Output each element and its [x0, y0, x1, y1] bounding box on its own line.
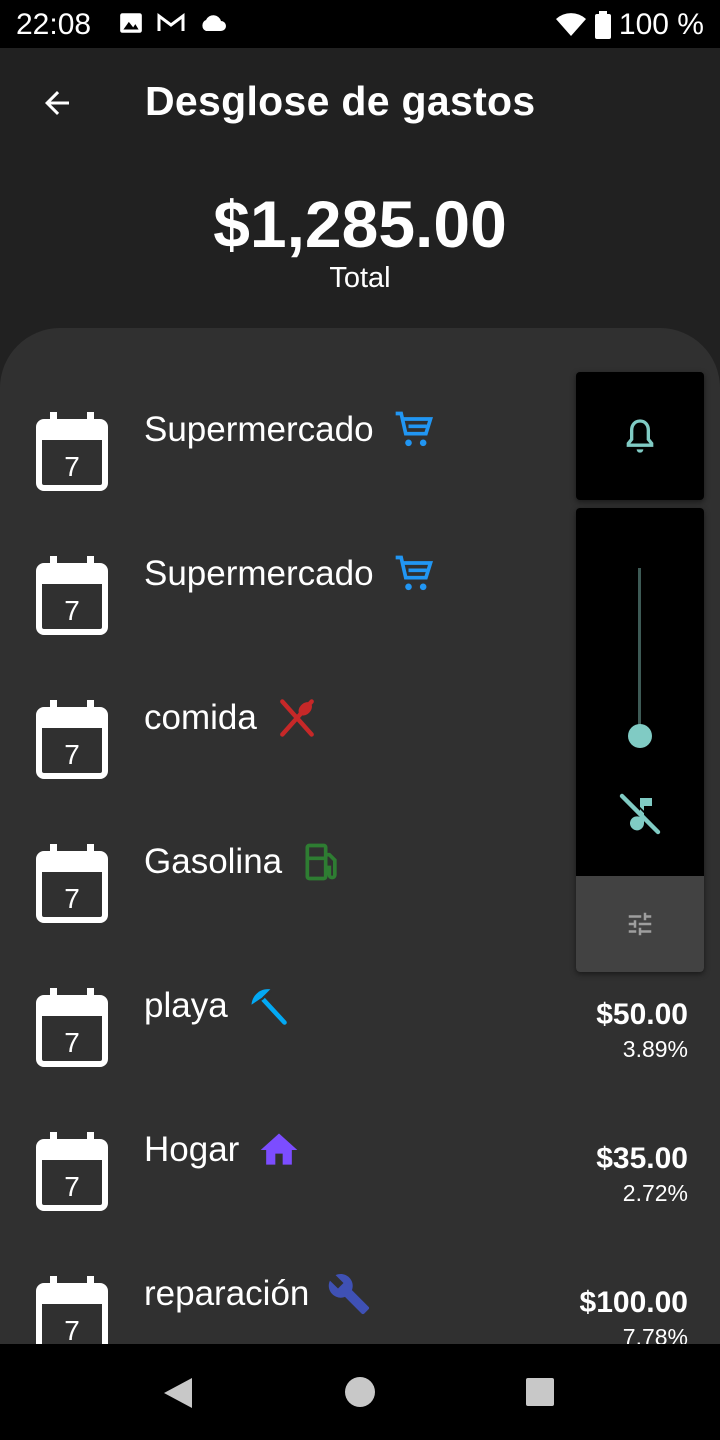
cart-icon — [392, 552, 436, 596]
battery-percent: 100 % — [618, 8, 704, 41]
expense-name-text: reparación — [144, 1274, 310, 1313]
volume-slider-thumb[interactable] — [628, 724, 652, 748]
expense-name-text: Hogar — [144, 1130, 240, 1169]
expense-name: comida — [144, 696, 319, 740]
utensils-icon — [275, 696, 319, 740]
status-notification-icons — [118, 10, 228, 36]
total-amount: $1,285.00 — [213, 187, 507, 261]
expense-name: Supermercado — [144, 408, 436, 452]
expense-name-text: comida — [144, 698, 257, 737]
volume-settings-button[interactable] — [576, 876, 704, 972]
tune-icon — [628, 912, 652, 936]
total-label: Total — [329, 262, 391, 294]
expense-amount: $100.00 — [579, 1286, 688, 1319]
volume-panel — [576, 508, 704, 972]
expense-name-text: playa — [144, 986, 228, 1025]
nav-back-icon[interactable] — [162, 1376, 194, 1410]
expense-name-text: Gasolina — [144, 842, 283, 881]
expense-name: Gasolina — [144, 840, 344, 884]
home-icon — [257, 1128, 301, 1172]
status-time: 22:08 — [16, 8, 92, 41]
wrench-icon — [327, 1272, 371, 1316]
expense-row[interactable]: 7 reparación $100.00 7.78% — [0, 1192, 720, 1344]
cloud-icon — [202, 15, 226, 31]
nav-recents-icon[interactable] — [526, 1378, 554, 1406]
battery-icon — [594, 11, 611, 39]
status-system-icons: 100 % — [555, 8, 704, 42]
ringer-toggle-button[interactable] — [576, 372, 704, 500]
expense-percent: 7.78% — [622, 1324, 688, 1344]
expense-name-text: Supermercado — [144, 554, 374, 593]
image-icon — [120, 13, 142, 33]
expense-row[interactable]: 7 Hogar $35.00 2.72% — [0, 1048, 720, 1211]
app-bar: Desglose de gastos — [0, 48, 720, 160]
expense-name: Hogar — [144, 1128, 301, 1172]
expense-name-text: Supermercado — [144, 410, 374, 449]
expense-amount: $50.00 — [596, 998, 688, 1031]
bell-icon — [626, 419, 654, 453]
expense-amount: $35.00 — [596, 1142, 688, 1175]
beach-umbrella-icon — [246, 984, 290, 1028]
nav-home-icon[interactable] — [345, 1377, 375, 1407]
cart-icon — [392, 408, 436, 452]
expense-name: reparación — [144, 1272, 371, 1316]
status-bar: 22:08 100 % — [0, 0, 720, 48]
back-button[interactable] — [32, 78, 82, 128]
expense-name: playa — [144, 984, 290, 1028]
calendar-icon: 7 — [36, 1276, 108, 1344]
gas-station-icon — [300, 840, 344, 884]
wifi-icon — [555, 13, 586, 36]
gmail-icon — [157, 13, 185, 31]
calendar-day: 7 — [64, 1315, 80, 1344]
volume-slider-track[interactable] — [638, 568, 641, 736]
navigation-bar — [0, 1344, 720, 1440]
expense-name: Supermercado — [144, 552, 436, 596]
arrow-back-icon — [45, 91, 69, 115]
music-off-icon[interactable] — [616, 790, 664, 838]
page-title: Desglose de gastos — [145, 78, 536, 124]
